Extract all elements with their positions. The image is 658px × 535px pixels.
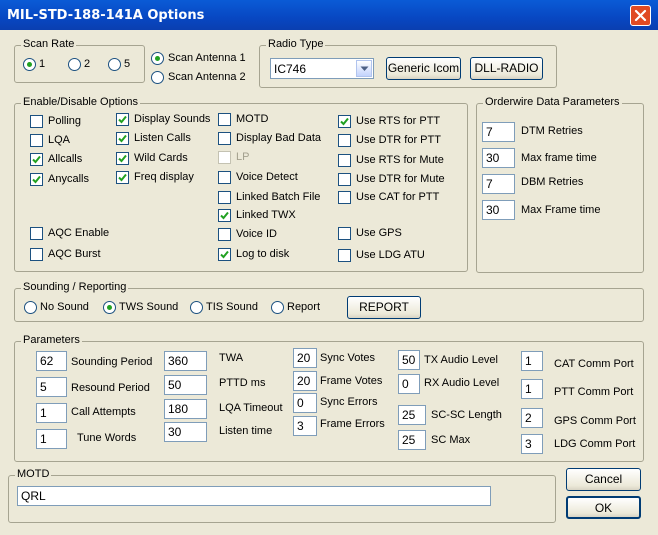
max-frame-time-2-label: Max Frame time — [521, 204, 601, 216]
ok-button[interactable]: OK — [566, 496, 641, 519]
rx-audio-level-input[interactable]: 0 — [398, 374, 420, 394]
enable-disable-options-group: Enable/Disable Options — [14, 96, 468, 272]
sync-errors-input[interactable]: 0 — [293, 393, 317, 413]
pttd-ms-label: PTTD ms — [219, 377, 266, 389]
sync-votes-label: Sync Votes — [320, 352, 376, 364]
frame-votes-input[interactable]: 20 — [293, 371, 317, 391]
ptt-comm-port-input[interactable]: 1 — [521, 379, 543, 399]
ldg-comm-port-label: LDG Comm Port — [554, 438, 636, 450]
lqa-timeout-input[interactable]: 180 — [164, 399, 207, 419]
motd-input[interactable]: QRL — [17, 486, 491, 506]
sounding-period-input[interactable]: 62 — [36, 351, 67, 371]
resound-period-input[interactable]: 5 — [36, 377, 67, 397]
twa-label: TWA — [219, 352, 244, 364]
checkmark-icon — [32, 155, 41, 164]
close-button[interactable] — [630, 5, 651, 26]
sc-max-label: SC Max — [431, 434, 471, 446]
call-attempts-label: Call Attempts — [71, 406, 136, 418]
report-button[interactable]: REPORT — [347, 296, 421, 319]
sync-errors-label: Sync Errors — [320, 396, 378, 408]
radio-type-label: Radio Type — [266, 38, 326, 50]
dll-radio-button[interactable]: DLL-RADIO — [470, 57, 543, 80]
dbm-retries-label: DBM Retries — [521, 176, 584, 188]
parameters-label: Parameters — [21, 334, 82, 346]
max-frame-time-input[interactable]: 30 — [482, 148, 515, 168]
frame-errors-label: Frame Errors — [320, 418, 385, 430]
ldg-comm-port-input[interactable]: 3 — [521, 434, 543, 454]
scan-rate-label: Scan Rate — [21, 38, 77, 50]
call-attempts-input[interactable]: 1 — [36, 403, 67, 423]
ptt-comm-port-label: PTT Comm Port — [554, 386, 634, 398]
chevron-down-icon[interactable] — [356, 60, 372, 77]
options-dialog: MIL-STD-188-141A Options Scan Rate 1 2 5… — [0, 0, 658, 535]
orderwire-data-parameters-label: Orderwire Data Parameters — [483, 96, 622, 108]
title-bar[interactable]: MIL-STD-188-141A Options — [0, 0, 658, 30]
tune-words-label: Tune Words — [77, 432, 137, 444]
sc-max-input[interactable]: 25 — [398, 430, 426, 450]
checkmark-icon — [118, 154, 127, 163]
tx-audio-level-input[interactable]: 50 — [398, 350, 420, 370]
radio-type-select[interactable]: IC746 — [270, 58, 374, 79]
checkmark-icon — [32, 175, 41, 184]
cat-comm-port-input[interactable]: 1 — [521, 351, 543, 371]
close-icon — [634, 9, 647, 22]
frame-errors-input[interactable]: 3 — [293, 416, 317, 436]
listen-time-label: Listen time — [219, 425, 273, 437]
max-frame-time-label: Max frame time — [521, 152, 597, 164]
rx-audio-level-label: RX Audio Level — [424, 377, 500, 389]
sc-sc-length-input[interactable]: 25 — [398, 405, 426, 425]
sounding-period-label: Sounding Period — [71, 356, 153, 368]
pttd-ms-input[interactable]: 50 — [164, 375, 207, 395]
window-title: MIL-STD-188-141A Options — [7, 8, 205, 23]
dtm-retries-label: DTM Retries — [521, 125, 583, 137]
frame-votes-label: Frame Votes — [320, 375, 383, 387]
resound-period-label: Resound Period — [71, 382, 150, 394]
checkmark-icon — [220, 211, 229, 220]
checkmark-icon — [340, 117, 349, 126]
dialog-body: Scan Rate 1 2 5 Scan Antenna 1 Scan Ante… — [3, 30, 655, 532]
cat-comm-port-label: CAT Comm Port — [554, 358, 634, 370]
gps-comm-port-input[interactable]: 2 — [521, 408, 543, 428]
cancel-button[interactable]: Cancel — [566, 468, 641, 491]
dbm-retries-input[interactable]: 7 — [482, 174, 515, 194]
listen-time-input[interactable]: 30 — [164, 422, 207, 442]
sync-votes-input[interactable]: 20 — [293, 348, 317, 368]
checkmark-icon — [118, 173, 127, 182]
generic-icom-button[interactable]: Generic Icom — [386, 57, 461, 80]
motd-label: MOTD — [15, 468, 52, 480]
dtm-retries-input[interactable]: 7 — [482, 122, 515, 142]
twa-input[interactable]: 360 — [164, 351, 207, 371]
checkmark-icon — [118, 134, 127, 143]
enable-disable-options-label: Enable/Disable Options — [21, 96, 140, 108]
tune-words-input[interactable]: 1 — [36, 429, 67, 449]
lqa-timeout-label: LQA Timeout — [219, 402, 283, 414]
sounding-reporting-label: Sounding / Reporting — [21, 281, 129, 293]
tx-audio-level-label: TX Audio Level — [424, 354, 498, 366]
sc-sc-length-label: SC-SC Length — [431, 409, 502, 421]
max-frame-time-2-input[interactable]: 30 — [482, 200, 515, 220]
checkmark-icon — [118, 115, 127, 124]
checkmark-icon — [220, 250, 229, 259]
gps-comm-port-label: GPS Comm Port — [554, 415, 636, 427]
